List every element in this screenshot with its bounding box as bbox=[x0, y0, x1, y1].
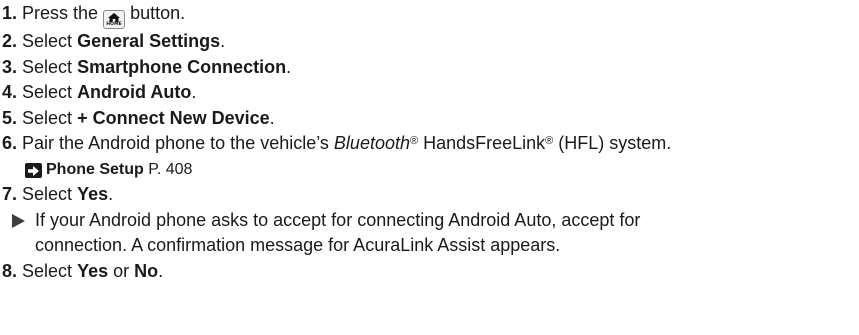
reference-page: P. 408 bbox=[143, 160, 193, 178]
step-text: . bbox=[220, 31, 226, 51]
step-text: Select bbox=[22, 260, 78, 281]
step-text: HandsFreeLink bbox=[418, 133, 546, 153]
step-text: Select bbox=[22, 184, 78, 204]
step-number: 5. bbox=[2, 107, 18, 128]
option-name: Yes bbox=[77, 260, 109, 281]
step-text: Select bbox=[22, 82, 78, 102]
reference-arrow-icon bbox=[25, 163, 42, 178]
step-4: 4. Select Android Auto. bbox=[2, 80, 859, 106]
step-text: Select bbox=[22, 107, 78, 128]
step-6: 6. Pair the Android phone to the vehicle… bbox=[2, 131, 859, 157]
step-text: . bbox=[108, 184, 114, 204]
note-text: connection. A confirmation message for A… bbox=[35, 235, 561, 255]
step-text: . bbox=[269, 107, 275, 128]
instruction-list: 1. Press the HOME button. 2. Select Gene… bbox=[0, 0, 859, 335]
step-number: 1. bbox=[2, 3, 18, 23]
step-text: Select bbox=[22, 31, 78, 51]
step-text: . bbox=[158, 260, 164, 281]
home-icon: HOME bbox=[103, 10, 126, 29]
triangle-bullet-icon bbox=[12, 213, 25, 228]
step-1: 1. Press the HOME button. bbox=[2, 1, 859, 29]
step-number: 2. bbox=[2, 31, 18, 51]
step-3: 3. Select Smartphone Connection. bbox=[2, 55, 859, 81]
step-text: . bbox=[191, 82, 197, 102]
home-icon-label: HOME bbox=[106, 22, 122, 27]
step-5: 5. Select + Connect New Device. bbox=[2, 106, 859, 132]
note-line-1: If your Android phone asks to accept for… bbox=[2, 208, 859, 234]
step-text: . bbox=[286, 56, 292, 77]
option-name: Yes bbox=[77, 184, 109, 204]
option-name: No bbox=[134, 260, 159, 281]
step-text: button. bbox=[125, 3, 186, 23]
step-number: 3. bbox=[2, 56, 18, 77]
note-text: If your Android phone asks to accept for… bbox=[35, 209, 641, 230]
step-number: 6. bbox=[2, 133, 18, 153]
step-text: Pair the Android phone to the vehicle’s bbox=[22, 133, 334, 153]
step-text: Press the bbox=[22, 3, 104, 23]
step-text: (HFL) system. bbox=[553, 133, 672, 153]
step-8: 8. Select Yes or No. bbox=[2, 259, 859, 285]
menu-item-name: Smartphone Connection bbox=[77, 56, 287, 77]
step-number: 8. bbox=[2, 260, 18, 281]
menu-item-name: + Connect New Device bbox=[77, 107, 270, 128]
step-text: Select bbox=[22, 56, 78, 77]
step-number: 4. bbox=[2, 82, 18, 102]
note-line-2: connection. A confirmation message for A… bbox=[2, 233, 859, 259]
step-7: 7. Select Yes. bbox=[2, 182, 859, 208]
reference-title: Phone Setup bbox=[46, 160, 144, 178]
step-text: or bbox=[108, 260, 135, 281]
registered-mark: ® bbox=[409, 135, 419, 147]
step-2: 2. Select General Settings. bbox=[2, 29, 859, 55]
bluetooth-term: Bluetooth bbox=[333, 133, 410, 153]
menu-item-name: General Settings bbox=[77, 31, 221, 51]
step-number: 7. bbox=[2, 184, 18, 204]
cross-reference[interactable]: Phone Setup P. 408 bbox=[2, 157, 859, 183]
menu-item-name: Android Auto bbox=[77, 82, 192, 102]
